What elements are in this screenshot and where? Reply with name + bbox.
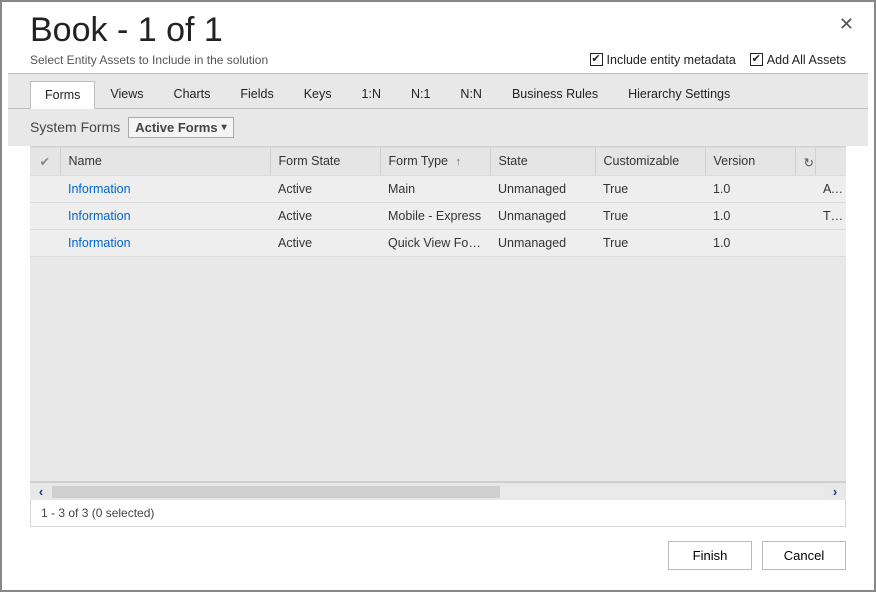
tab-label: Fields	[240, 87, 273, 101]
cell-state: Unmanaged	[490, 202, 595, 229]
checkmark-icon: ✔	[590, 53, 603, 66]
tab-charts[interactable]: Charts	[159, 80, 226, 108]
scroll-right-icon[interactable]: ›	[824, 484, 846, 499]
tab-n1[interactable]: N:1	[396, 80, 445, 108]
cell-form-state: Active	[270, 229, 380, 256]
tab-label: N:N	[460, 87, 482, 101]
tab-fields[interactable]: Fields	[225, 80, 288, 108]
cell-version: 1.0	[705, 175, 795, 202]
include-entity-metadata-checkbox[interactable]: ✔ Include entity metadata	[590, 53, 736, 67]
tab-label: Hierarchy Settings	[628, 87, 730, 101]
tab-label: Charts	[174, 87, 211, 101]
row-checkbox[interactable]	[30, 229, 60, 256]
tab-keys[interactable]: Keys	[289, 80, 347, 108]
table-row[interactable]: Information ActiveMainUnmanagedTrue1.0 A f…	[30, 175, 846, 202]
close-icon[interactable]: ✕	[839, 14, 854, 35]
sort-asc-icon: ↑	[456, 156, 462, 168]
tab-nn[interactable]: N:N	[445, 80, 497, 108]
cell-customizable: True	[595, 229, 705, 256]
tab-forms[interactable]: Forms	[30, 81, 95, 109]
column-header-version[interactable]: Version	[705, 147, 795, 175]
page-title: Book - 1 of 1	[30, 10, 846, 51]
column-header-customizable[interactable]: Customizable	[595, 147, 705, 175]
cell-state: Unmanaged	[490, 229, 595, 256]
column-header-form-state[interactable]: Form State	[270, 147, 380, 175]
refresh-icon[interactable]: ↻	[804, 155, 814, 170]
chevron-down-icon: ▾	[222, 122, 227, 133]
cancel-button[interactable]: Cancel	[762, 541, 846, 570]
cell-spacer	[795, 202, 815, 229]
tab-label: Keys	[304, 87, 332, 101]
grid-header-row: ✔ Name Form State Form Type ↑ State Cust…	[30, 147, 846, 175]
entity-assets-tabs: Forms Views Charts Fields Keys 1:N N:1 N…	[8, 74, 868, 109]
cell-state: Unmanaged	[490, 175, 595, 202]
forms-toolbar: System Forms Active Forms ▾	[8, 109, 868, 146]
cell-description	[815, 229, 846, 256]
checkmark-icon: ✔	[750, 53, 763, 66]
cell-version: 1.0	[705, 229, 795, 256]
column-header-form-type[interactable]: Form Type ↑	[380, 147, 490, 175]
form-name-link[interactable]: Information	[68, 236, 131, 250]
finish-button[interactable]: Finish	[668, 541, 752, 570]
tab-label: Views	[110, 87, 143, 101]
cell-name: Information	[60, 202, 270, 229]
cell-form-state: Active	[270, 175, 380, 202]
tab-label: N:1	[411, 87, 430, 101]
scroll-track[interactable]	[52, 486, 824, 498]
tab-label: Business Rules	[512, 87, 598, 101]
select-all-checkbox[interactable]: ✔	[30, 147, 60, 175]
tab-label: 1:N	[362, 87, 381, 101]
form-filter-label: Active Forms	[135, 120, 217, 135]
form-name-link[interactable]: Information	[68, 182, 131, 196]
cell-name: Information	[60, 229, 270, 256]
row-checkbox[interactable]	[30, 202, 60, 229]
asset-selection-dialog: ✕ Book - 1 of 1 Select Entity Assets to …	[0, 0, 876, 592]
add-all-assets-checkbox[interactable]: ✔ Add All Assets	[750, 53, 846, 67]
cell-form-type: Mobile - Express	[380, 202, 490, 229]
horizontal-scrollbar[interactable]: ‹ ›	[30, 482, 846, 500]
dialog-footer: Finish Cancel	[8, 527, 868, 584]
tab-1n[interactable]: 1:N	[347, 80, 396, 108]
table-row[interactable]: Information ActiveQuick View FormUnmanage…	[30, 229, 846, 256]
forms-grid: ✔ Name Form State Form Type ↑ State Cust…	[30, 146, 846, 482]
cell-version: 1.0	[705, 202, 795, 229]
add-all-assets-label: Add All Assets	[767, 53, 846, 67]
cell-form-type: Quick View Form	[380, 229, 490, 256]
grid-status: 1 - 3 of 3 (0 selected)	[30, 500, 846, 527]
cell-description: A fo	[815, 175, 846, 202]
column-header-state[interactable]: State	[490, 147, 595, 175]
tab-label: Forms	[45, 88, 80, 102]
cell-form-type: Main	[380, 175, 490, 202]
page-subtitle: Select Entity Assets to Include in the s…	[30, 53, 268, 67]
column-header-refresh: ↻	[795, 147, 815, 175]
cell-spacer	[795, 229, 815, 256]
cell-description: This	[815, 202, 846, 229]
tab-views[interactable]: Views	[95, 80, 158, 108]
system-forms-label: System Forms	[30, 119, 120, 135]
include-entity-metadata-label: Include entity metadata	[607, 53, 736, 67]
scroll-thumb[interactable]	[52, 486, 500, 498]
cell-name: Information	[60, 175, 270, 202]
row-checkbox[interactable]	[30, 175, 60, 202]
cell-customizable: True	[595, 175, 705, 202]
column-header-name[interactable]: Name	[60, 147, 270, 175]
cell-spacer	[795, 175, 815, 202]
form-name-link[interactable]: Information	[68, 209, 131, 223]
column-header-spacer	[815, 147, 846, 175]
form-filter-dropdown[interactable]: Active Forms ▾	[128, 117, 233, 138]
table-row[interactable]: Information ActiveMobile - ExpressUnmanag…	[30, 202, 846, 229]
cell-customizable: True	[595, 202, 705, 229]
scroll-left-icon[interactable]: ‹	[30, 484, 52, 499]
tab-business-rules[interactable]: Business Rules	[497, 80, 613, 108]
dialog-header: Book - 1 of 1 Select Entity Assets to In…	[8, 8, 868, 74]
tab-hierarchy-settings[interactable]: Hierarchy Settings	[613, 80, 745, 108]
cell-form-state: Active	[270, 202, 380, 229]
